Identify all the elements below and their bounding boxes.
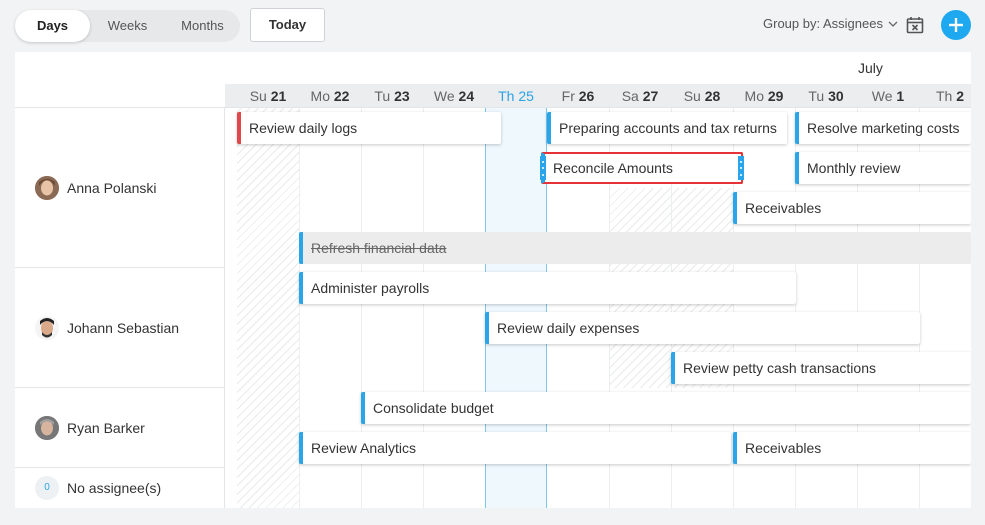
calendar-clear-icon[interactable] — [906, 16, 924, 34]
day-header: Tu 30 — [808, 88, 844, 104]
day-header: Fr 26 — [561, 88, 595, 104]
month-label: July — [858, 60, 883, 76]
day-header: Sa 27 — [621, 88, 659, 104]
days-view-button[interactable]: Days — [15, 10, 90, 42]
day-header: We 1 — [871, 88, 905, 104]
task-bar[interactable]: Review Analytics — [299, 432, 731, 464]
day-header: Mo 29 — [744, 88, 784, 104]
day-header-today: Th 25 — [498, 88, 534, 104]
weeks-view-button[interactable]: Weeks — [90, 10, 165, 42]
timeline-board: July Su 21 Mo 22 Tu 23 We 24 Th 25 Fr 26… — [15, 52, 971, 508]
chevron-down-icon — [888, 21, 898, 27]
task-bar[interactable]: Administer payrolls — [299, 272, 796, 304]
resize-handle-right[interactable] — [738, 156, 744, 180]
avatar — [35, 416, 59, 440]
assignee-column-divider — [224, 108, 225, 508]
task-bar[interactable]: Review petty cash transactions — [671, 352, 971, 384]
task-bar[interactable]: Resolve marketing costs — [795, 112, 971, 144]
view-switcher: Days Weeks Months — [15, 10, 240, 42]
row-separator — [15, 467, 225, 468]
task-bar[interactable]: Monthly review — [795, 152, 971, 184]
assignee-row-anna[interactable]: Anna Polanski — [35, 176, 157, 200]
task-bar[interactable]: Preparing accounts and tax returns — [547, 112, 787, 144]
today-button[interactable]: Today — [250, 8, 325, 42]
task-title: Reconcile Amounts — [553, 160, 673, 176]
assignee-name: Ryan Barker — [67, 420, 145, 436]
group-by-dropdown[interactable]: Group by: Assignees — [763, 16, 898, 31]
row-separator — [15, 267, 225, 268]
assignee-name: Johann Sebastian — [67, 320, 180, 336]
assignee-name: Anna Polanski — [67, 180, 157, 196]
assignee-row-ryan[interactable]: Ryan Barker — [35, 416, 145, 440]
row-separator — [15, 387, 225, 388]
assignee-row-unassigned[interactable]: 0 No assignee(s) — [35, 476, 161, 500]
day-header: Th 2 — [935, 88, 965, 104]
day-header: Tu 23 — [374, 88, 410, 104]
task-bar[interactable]: Review daily expenses — [485, 312, 920, 344]
day-header: Su 28 — [683, 88, 721, 104]
add-task-button[interactable] — [941, 10, 971, 40]
group-by-label: Group by: Assignees — [763, 16, 883, 31]
task-bar[interactable]: Receivables — [733, 432, 971, 464]
day-header: Mo 22 — [310, 88, 350, 104]
unassigned-count-badge: 0 — [35, 476, 59, 500]
day-header: We 24 — [433, 88, 475, 104]
months-view-button[interactable]: Months — [165, 10, 240, 42]
weekend-shading — [237, 108, 299, 508]
resize-handle-left[interactable] — [540, 156, 546, 180]
task-bar[interactable]: Review daily logs — [237, 112, 501, 144]
avatar — [35, 176, 59, 200]
day-header: Su 21 — [249, 88, 287, 104]
task-bar-selected[interactable]: Reconcile Amounts — [540, 152, 744, 184]
assignee-row-johann[interactable]: Johann Sebastian — [35, 316, 179, 340]
task-bar-completed[interactable]: Refresh financial data — [299, 232, 971, 264]
plus-icon — [949, 18, 963, 32]
task-bar[interactable]: Receivables — [733, 192, 971, 224]
assignee-name: No assignee(s) — [67, 480, 162, 496]
avatar — [35, 316, 59, 340]
task-bar[interactable]: Consolidate budget — [361, 392, 971, 424]
